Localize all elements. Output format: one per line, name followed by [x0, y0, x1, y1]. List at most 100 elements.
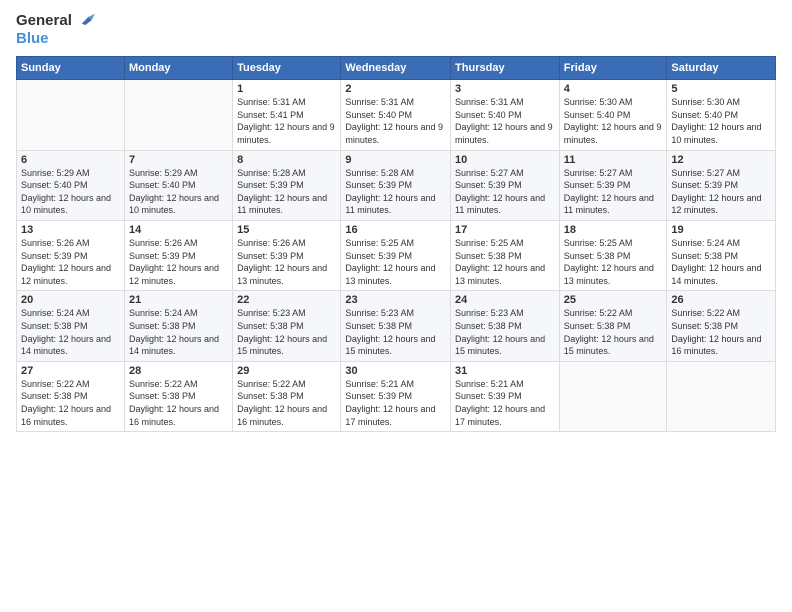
day-number: 30: [345, 365, 446, 377]
calendar-day-cell: 28Sunrise: 5:22 AMSunset: 5:38 PMDayligh…: [124, 361, 232, 431]
day-number: 10: [455, 154, 555, 166]
calendar-day-cell: 15Sunrise: 5:26 AMSunset: 5:39 PMDayligh…: [233, 220, 341, 290]
calendar-day-cell: 21Sunrise: 5:24 AMSunset: 5:38 PMDayligh…: [124, 291, 232, 361]
calendar-day-cell: [17, 80, 125, 150]
weekday-header-tuesday: Tuesday: [233, 57, 341, 80]
calendar-day-cell: 18Sunrise: 5:25 AMSunset: 5:38 PMDayligh…: [559, 220, 667, 290]
day-number: 28: [129, 365, 228, 377]
day-number: 9: [345, 154, 446, 166]
calendar-day-cell: 1Sunrise: 5:31 AMSunset: 5:41 PMDaylight…: [233, 80, 341, 150]
calendar-day-cell: [559, 361, 667, 431]
calendar-day-cell: 17Sunrise: 5:25 AMSunset: 5:38 PMDayligh…: [451, 220, 560, 290]
day-info: Sunrise: 5:24 AMSunset: 5:38 PMDaylight:…: [671, 237, 771, 287]
day-info: Sunrise: 5:26 AMSunset: 5:39 PMDaylight:…: [21, 237, 120, 287]
calendar-day-cell: 27Sunrise: 5:22 AMSunset: 5:38 PMDayligh…: [17, 361, 125, 431]
day-info: Sunrise: 5:25 AMSunset: 5:39 PMDaylight:…: [345, 237, 446, 287]
day-number: 8: [237, 154, 336, 166]
calendar-day-cell: [124, 80, 232, 150]
day-info: Sunrise: 5:28 AMSunset: 5:39 PMDaylight:…: [345, 167, 446, 217]
day-number: 3: [455, 83, 555, 95]
calendar-day-cell: 29Sunrise: 5:22 AMSunset: 5:38 PMDayligh…: [233, 361, 341, 431]
day-number: 24: [455, 294, 555, 306]
day-info: Sunrise: 5:30 AMSunset: 5:40 PMDaylight:…: [671, 96, 771, 146]
day-number: 14: [129, 224, 228, 236]
day-info: Sunrise: 5:22 AMSunset: 5:38 PMDaylight:…: [237, 378, 336, 428]
day-info: Sunrise: 5:22 AMSunset: 5:38 PMDaylight:…: [671, 307, 771, 357]
day-number: 21: [129, 294, 228, 306]
calendar-day-cell: [667, 361, 776, 431]
day-info: Sunrise: 5:27 AMSunset: 5:39 PMDaylight:…: [671, 167, 771, 217]
day-number: 6: [21, 154, 120, 166]
day-info: Sunrise: 5:24 AMSunset: 5:38 PMDaylight:…: [129, 307, 228, 357]
day-info: Sunrise: 5:31 AMSunset: 5:40 PMDaylight:…: [345, 96, 446, 146]
logo-bird-icon: [77, 12, 95, 30]
day-number: 22: [237, 294, 336, 306]
calendar-day-cell: 6Sunrise: 5:29 AMSunset: 5:40 PMDaylight…: [17, 150, 125, 220]
day-info: Sunrise: 5:31 AMSunset: 5:41 PMDaylight:…: [237, 96, 336, 146]
calendar-day-cell: 3Sunrise: 5:31 AMSunset: 5:40 PMDaylight…: [451, 80, 560, 150]
day-info: Sunrise: 5:23 AMSunset: 5:38 PMDaylight:…: [455, 307, 555, 357]
calendar-day-cell: 2Sunrise: 5:31 AMSunset: 5:40 PMDaylight…: [341, 80, 451, 150]
calendar-day-cell: 8Sunrise: 5:28 AMSunset: 5:39 PMDaylight…: [233, 150, 341, 220]
day-number: 15: [237, 224, 336, 236]
day-info: Sunrise: 5:22 AMSunset: 5:38 PMDaylight:…: [21, 378, 120, 428]
weekday-header-sunday: Sunday: [17, 57, 125, 80]
calendar-day-cell: 16Sunrise: 5:25 AMSunset: 5:39 PMDayligh…: [341, 220, 451, 290]
day-number: 2: [345, 83, 446, 95]
calendar-day-cell: 5Sunrise: 5:30 AMSunset: 5:40 PMDaylight…: [667, 80, 776, 150]
weekday-header-wednesday: Wednesday: [341, 57, 451, 80]
calendar-day-cell: 24Sunrise: 5:23 AMSunset: 5:38 PMDayligh…: [451, 291, 560, 361]
day-number: 27: [21, 365, 120, 377]
day-number: 7: [129, 154, 228, 166]
weekday-header-thursday: Thursday: [451, 57, 560, 80]
calendar-week-row: 1Sunrise: 5:31 AMSunset: 5:41 PMDaylight…: [17, 80, 776, 150]
day-number: 31: [455, 365, 555, 377]
calendar-table: SundayMondayTuesdayWednesdayThursdayFrid…: [16, 56, 776, 432]
logo-general: General: [16, 12, 72, 29]
day-info: Sunrise: 5:25 AMSunset: 5:38 PMDaylight:…: [455, 237, 555, 287]
day-info: Sunrise: 5:27 AMSunset: 5:39 PMDaylight:…: [564, 167, 663, 217]
calendar-day-cell: 19Sunrise: 5:24 AMSunset: 5:38 PMDayligh…: [667, 220, 776, 290]
day-info: Sunrise: 5:23 AMSunset: 5:38 PMDaylight:…: [237, 307, 336, 357]
calendar-week-row: 20Sunrise: 5:24 AMSunset: 5:38 PMDayligh…: [17, 291, 776, 361]
calendar-day-cell: 22Sunrise: 5:23 AMSunset: 5:38 PMDayligh…: [233, 291, 341, 361]
day-number: 20: [21, 294, 120, 306]
day-number: 4: [564, 83, 663, 95]
calendar-day-cell: 26Sunrise: 5:22 AMSunset: 5:38 PMDayligh…: [667, 291, 776, 361]
day-number: 11: [564, 154, 663, 166]
day-number: 12: [671, 154, 771, 166]
calendar-day-cell: 12Sunrise: 5:27 AMSunset: 5:39 PMDayligh…: [667, 150, 776, 220]
calendar-day-cell: 11Sunrise: 5:27 AMSunset: 5:39 PMDayligh…: [559, 150, 667, 220]
calendar-day-cell: 13Sunrise: 5:26 AMSunset: 5:39 PMDayligh…: [17, 220, 125, 290]
day-info: Sunrise: 5:25 AMSunset: 5:38 PMDaylight:…: [564, 237, 663, 287]
day-info: Sunrise: 5:29 AMSunset: 5:40 PMDaylight:…: [129, 167, 228, 217]
day-number: 13: [21, 224, 120, 236]
day-info: Sunrise: 5:27 AMSunset: 5:39 PMDaylight:…: [455, 167, 555, 217]
day-info: Sunrise: 5:31 AMSunset: 5:40 PMDaylight:…: [455, 96, 555, 146]
logo: General Blue: [16, 12, 96, 48]
day-info: Sunrise: 5:29 AMSunset: 5:40 PMDaylight:…: [21, 167, 120, 217]
day-info: Sunrise: 5:28 AMSunset: 5:39 PMDaylight:…: [237, 167, 336, 217]
day-info: Sunrise: 5:23 AMSunset: 5:38 PMDaylight:…: [345, 307, 446, 357]
day-info: Sunrise: 5:21 AMSunset: 5:39 PMDaylight:…: [345, 378, 446, 428]
calendar-day-cell: 9Sunrise: 5:28 AMSunset: 5:39 PMDaylight…: [341, 150, 451, 220]
day-info: Sunrise: 5:21 AMSunset: 5:39 PMDaylight:…: [455, 378, 555, 428]
calendar-week-row: 6Sunrise: 5:29 AMSunset: 5:40 PMDaylight…: [17, 150, 776, 220]
page-header: General Blue: [16, 12, 776, 48]
weekday-header-saturday: Saturday: [667, 57, 776, 80]
day-info: Sunrise: 5:24 AMSunset: 5:38 PMDaylight:…: [21, 307, 120, 357]
calendar-day-cell: 30Sunrise: 5:21 AMSunset: 5:39 PMDayligh…: [341, 361, 451, 431]
calendar-day-cell: 31Sunrise: 5:21 AMSunset: 5:39 PMDayligh…: [451, 361, 560, 431]
day-number: 29: [237, 365, 336, 377]
day-number: 25: [564, 294, 663, 306]
day-number: 5: [671, 83, 771, 95]
day-number: 1: [237, 83, 336, 95]
logo-blue: Blue: [16, 30, 49, 47]
day-number: 19: [671, 224, 771, 236]
day-info: Sunrise: 5:26 AMSunset: 5:39 PMDaylight:…: [129, 237, 228, 287]
calendar-week-row: 27Sunrise: 5:22 AMSunset: 5:38 PMDayligh…: [17, 361, 776, 431]
weekday-header-row: SundayMondayTuesdayWednesdayThursdayFrid…: [17, 57, 776, 80]
calendar-day-cell: 10Sunrise: 5:27 AMSunset: 5:39 PMDayligh…: [451, 150, 560, 220]
calendar-day-cell: 7Sunrise: 5:29 AMSunset: 5:40 PMDaylight…: [124, 150, 232, 220]
day-number: 16: [345, 224, 446, 236]
